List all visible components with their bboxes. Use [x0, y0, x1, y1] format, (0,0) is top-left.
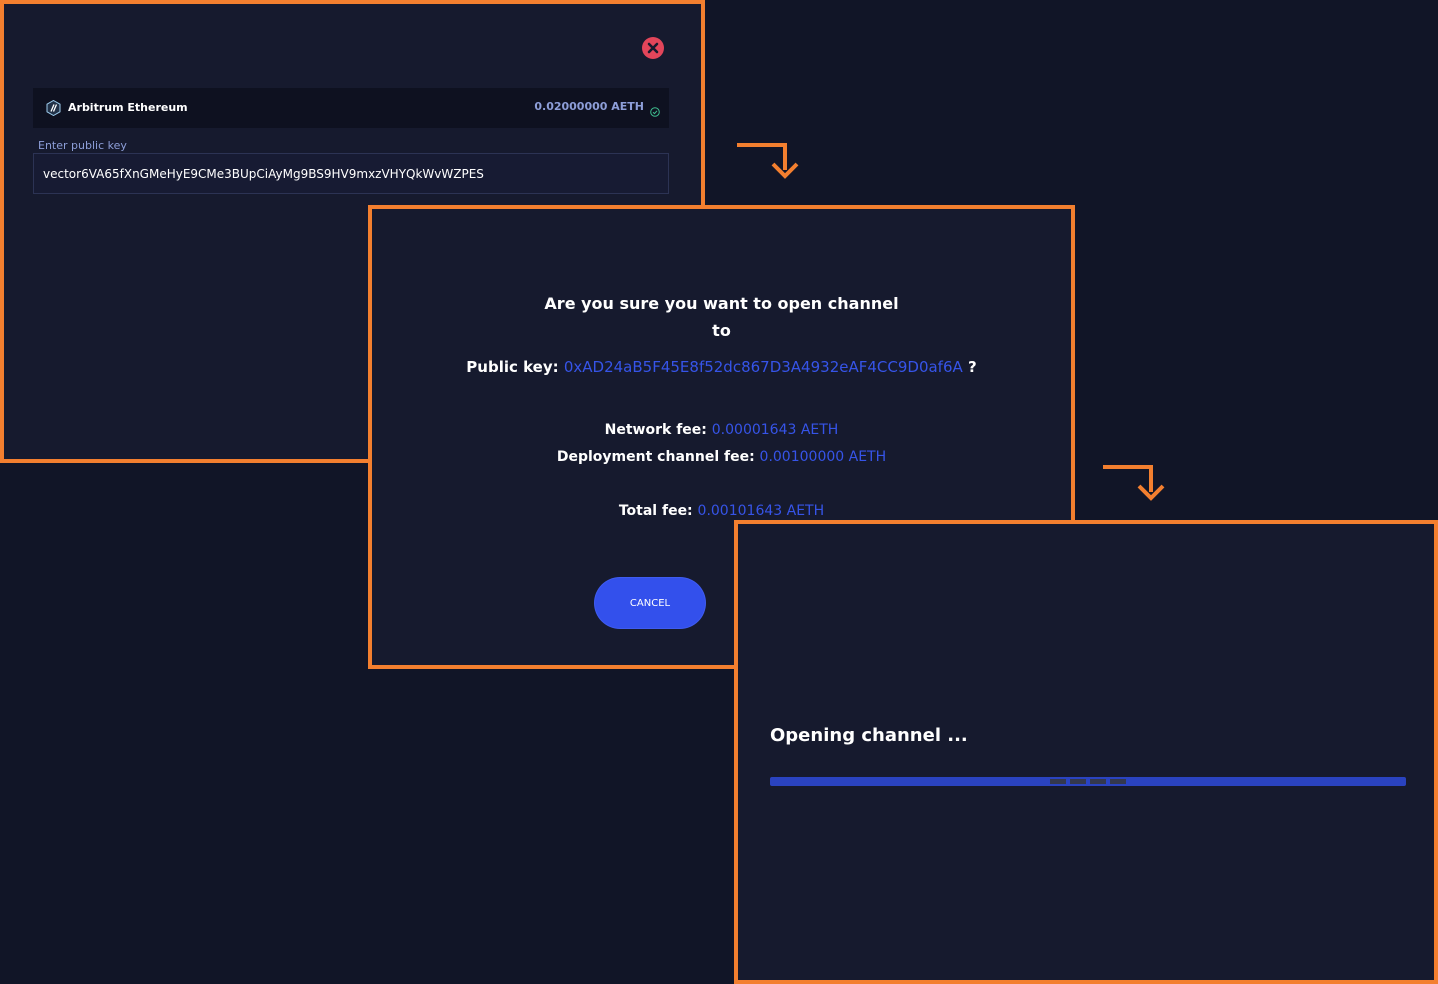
progress-indicator-segment — [1070, 779, 1086, 784]
deployment-fee-line: Deployment channel fee: 0.00100000 AETH — [372, 449, 1071, 465]
public-key-value: 0xAD24aB5F45E8f52dc867D3A4932eAF4CC9D0af… — [563, 358, 963, 376]
public-key-label: Public key: — [466, 358, 559, 376]
arrow-down-right-icon — [737, 143, 799, 179]
total-fee-value: 0.00101643 AETH — [697, 503, 825, 519]
cancel-button[interactable]: CANCEL — [595, 578, 705, 628]
progress-bar — [770, 777, 1406, 786]
network-fee-value: 0.00001643 AETH — [711, 422, 839, 438]
confirm-title-to: to — [712, 321, 731, 340]
progress-indicator-segment — [1050, 779, 1066, 784]
balance-value: 0.02000000 AETH — [534, 100, 644, 113]
check-circle-icon — [650, 102, 660, 117]
network-name: Arbitrum Ethereum — [68, 101, 188, 114]
deployment-fee-value: 0.00100000 AETH — [759, 449, 887, 465]
progress-indicator-segment — [1090, 779, 1106, 784]
confirm-title: Are you sure you want to open channel — [544, 294, 899, 313]
opening-channel-status: Opening channel ... — [770, 725, 968, 746]
network-selector[interactable]: Arbitrum Ethereum 0.02000000 AETH — [33, 88, 669, 128]
network-fee-line: Network fee: 0.00001643 AETH — [372, 422, 1071, 438]
deployment-fee-label: Deployment channel fee: — [556, 449, 755, 465]
network-fee-label: Network fee: — [604, 422, 707, 438]
public-key-line: Public key: 0xAD24aB5F45E8f52dc867D3A493… — [372, 358, 1071, 376]
arrow-down-right-icon — [1103, 465, 1165, 501]
total-fee-line: Total fee: 0.00101643 AETH — [372, 503, 1071, 519]
progress-indicator-segment — [1110, 779, 1126, 784]
public-key-input[interactable] — [33, 153, 669, 194]
close-icon[interactable] — [642, 37, 664, 59]
progress-panel: Opening channel ... — [734, 520, 1438, 984]
total-fee-label: Total fee: — [618, 503, 693, 519]
question-mark: ? — [968, 358, 977, 376]
arbitrum-logo-icon — [46, 99, 61, 117]
public-key-label: Enter public key — [38, 139, 127, 152]
